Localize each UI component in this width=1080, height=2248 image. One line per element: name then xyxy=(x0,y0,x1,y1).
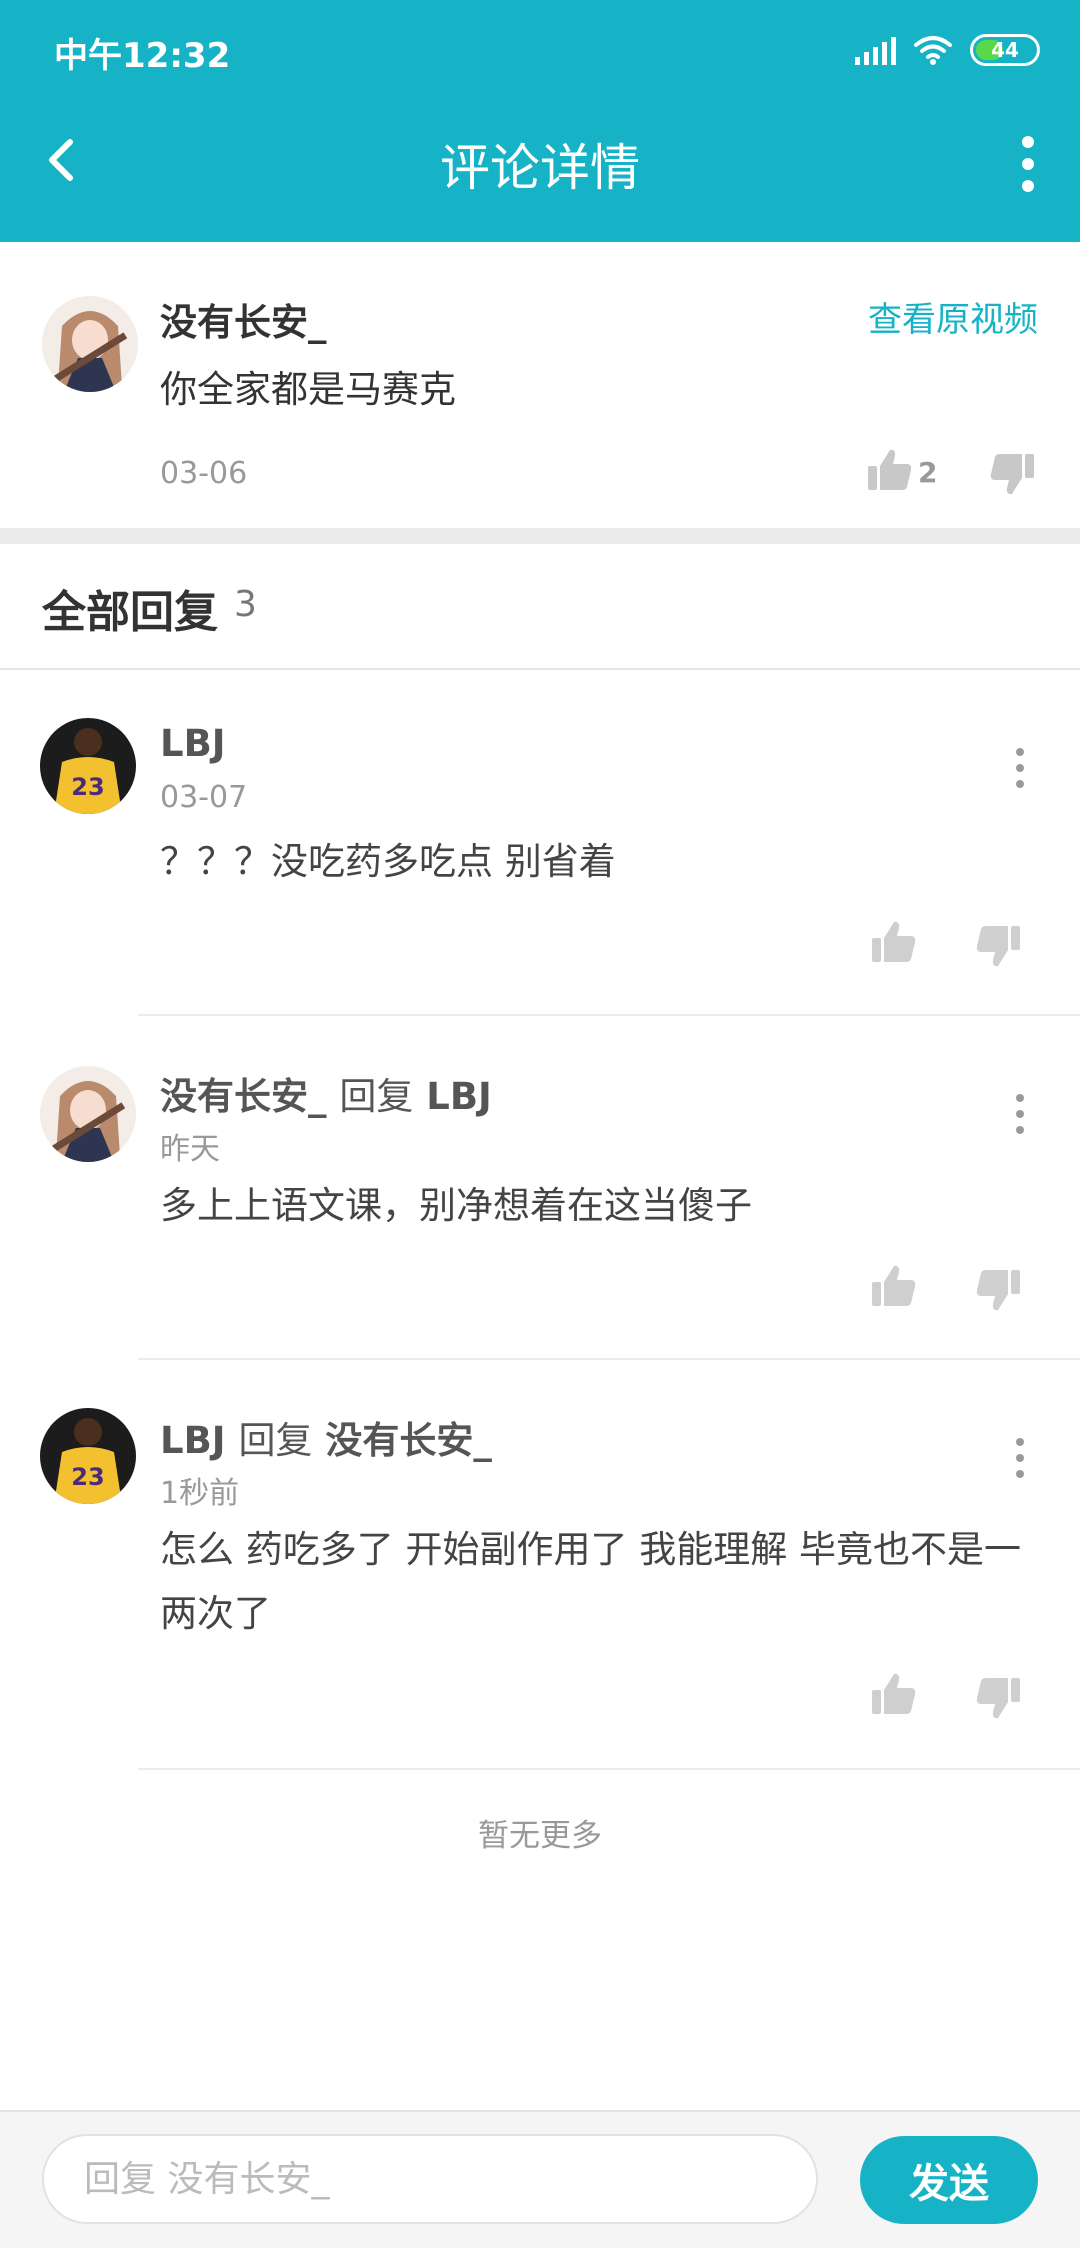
more-vertical-icon[interactable] xyxy=(1016,136,1040,192)
thumbs-down-icon[interactable] xyxy=(974,1266,1022,1314)
send-button[interactable]: 发送 xyxy=(860,2136,1038,2224)
reply-input[interactable] xyxy=(42,2134,818,2224)
status-icons: 44 xyxy=(855,30,1040,70)
divider xyxy=(0,668,1080,670)
view-original-video-link[interactable]: 查看原视频 xyxy=(868,292,1038,341)
reply-date: 03-07 xyxy=(160,780,248,815)
divider xyxy=(138,1358,1080,1360)
page-title: 评论详情 xyxy=(440,139,640,197)
main-comment: 没有长安_ 查看原视频 你全家都是马赛克 03-06 2 xyxy=(0,242,1080,528)
section-gap xyxy=(0,528,1080,544)
comment-text: 你全家都是马赛克 xyxy=(160,368,456,411)
divider xyxy=(138,1768,1080,1770)
comment-date: 03-06 xyxy=(160,456,248,491)
battery-icon: 44 xyxy=(970,34,1040,66)
thumbs-down-icon[interactable] xyxy=(988,450,1036,498)
status-time: 中午12:32 xyxy=(54,36,231,76)
no-more-label: 暂无更多 xyxy=(478,1818,602,1854)
thumbs-up-icon[interactable] xyxy=(870,918,918,966)
reply-text: ？？？没吃药多吃点 别省着 xyxy=(160,840,616,883)
avatar[interactable] xyxy=(40,1066,136,1162)
reply-author[interactable]: 没有长安_ 回复 LBJ xyxy=(160,1066,492,1120)
kebab-icon[interactable] xyxy=(1014,1438,1026,1478)
wifi-icon xyxy=(914,36,952,65)
comment-author[interactable]: 没有长安_ xyxy=(160,292,327,346)
reply-date: 1秒前 xyxy=(160,1476,240,1511)
thumbs-down-icon[interactable] xyxy=(974,1674,1022,1722)
reply-text: 怎么 药吃多了 开始副作用了 我能理解 毕竟也不是一两次了 xyxy=(160,1528,1022,1635)
reply-author[interactable]: LBJ 回复 没有长安_ xyxy=(160,1410,492,1464)
divider xyxy=(138,1014,1080,1016)
thumbs-up-icon[interactable] xyxy=(870,1670,918,1718)
battery-level: 44 xyxy=(991,38,1019,62)
svg-text:23: 23 xyxy=(71,1463,104,1491)
reply-date: 昨天 xyxy=(160,1132,220,1167)
replies-header: 全部回复 xyxy=(42,587,218,638)
reply-text: 多上上语文课，别净想着在这当傻子 xyxy=(160,1184,752,1227)
kebab-icon[interactable] xyxy=(1014,748,1026,788)
reply-bar: 发送 xyxy=(0,2110,1080,2248)
reply-target[interactable]: 没有长安_ xyxy=(325,1419,492,1462)
like-count: 2 xyxy=(918,456,938,489)
thumbs-up-icon[interactable] xyxy=(870,1262,918,1310)
avatar[interactable]: 23 xyxy=(40,718,136,814)
thumbs-up-icon[interactable] xyxy=(866,446,914,494)
signal-icon xyxy=(855,35,896,65)
reply-author[interactable]: LBJ xyxy=(160,722,226,765)
reply-word: 回复 xyxy=(238,1419,313,1462)
replies-count: 3 xyxy=(234,584,257,625)
svg-text:23: 23 xyxy=(71,773,104,801)
reply-word: 回复 xyxy=(339,1075,414,1118)
reply-target[interactable]: LBJ xyxy=(426,1075,492,1118)
kebab-icon[interactable] xyxy=(1014,1094,1026,1134)
avatar[interactable]: 23 xyxy=(40,1408,136,1504)
thumbs-down-icon[interactable] xyxy=(974,922,1022,970)
avatar[interactable] xyxy=(42,296,138,392)
app-header: 中午12:32 44 评论详情 xyxy=(0,0,1080,242)
